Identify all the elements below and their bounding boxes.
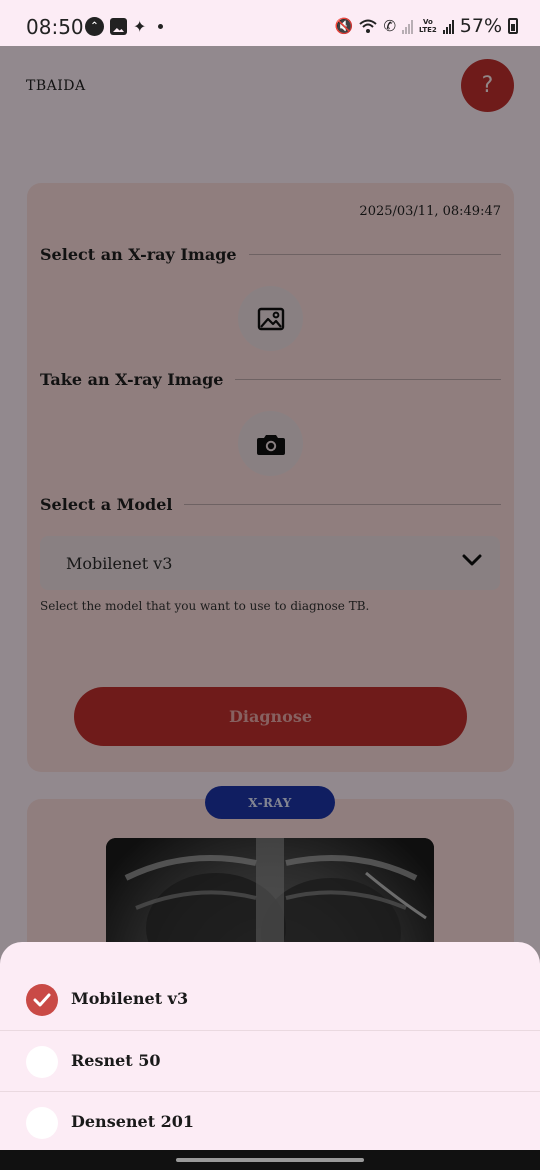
battery-icon xyxy=(508,18,518,34)
magic-wand-icon: ✦ xyxy=(133,16,147,36)
wifi-call-icon: ✆ xyxy=(383,17,397,35)
model-option-resnet[interactable]: Resnet 50 xyxy=(0,1030,540,1091)
signal-icon xyxy=(442,18,454,34)
signal-icon xyxy=(402,18,414,34)
lte-label: Vo LTE2 xyxy=(419,18,437,34)
dot-icon xyxy=(158,24,164,29)
notification-icons: ⌃ ✦ xyxy=(85,16,164,36)
option-label: Resnet 50 xyxy=(71,1051,161,1070)
wifi-icon xyxy=(359,19,378,33)
battery-percent: 57% xyxy=(459,15,502,37)
check-icon xyxy=(33,993,51,1007)
status-bar: 08:50 ⌃ ✦ 🔇 ✆ Vo LTE2 57% xyxy=(0,0,540,46)
model-option-mobilenet[interactable]: Mobilenet v3 xyxy=(0,969,540,1030)
radio-unchecked[interactable] xyxy=(26,1046,58,1078)
option-label: Mobilenet v3 xyxy=(71,989,189,1008)
radio-unchecked[interactable] xyxy=(26,1107,58,1139)
app-notification-icon: ⌃ xyxy=(85,17,104,36)
model-picker-sheet: Mobilenet v3 Resnet 50 Densenet 201 xyxy=(0,942,540,1150)
option-label: Densenet 201 xyxy=(71,1112,195,1131)
home-gesture-handle[interactable] xyxy=(176,1158,364,1162)
radio-checked[interactable] xyxy=(26,984,58,1016)
navigation-bar xyxy=(0,1150,540,1170)
status-right-icons: 🔇 ✆ Vo LTE2 57% xyxy=(335,15,518,37)
vibrate-icon: 🔇 xyxy=(334,17,354,35)
model-option-densenet[interactable]: Densenet 201 xyxy=(0,1091,540,1152)
status-time: 08:50 xyxy=(26,15,84,39)
gallery-icon xyxy=(110,18,127,35)
